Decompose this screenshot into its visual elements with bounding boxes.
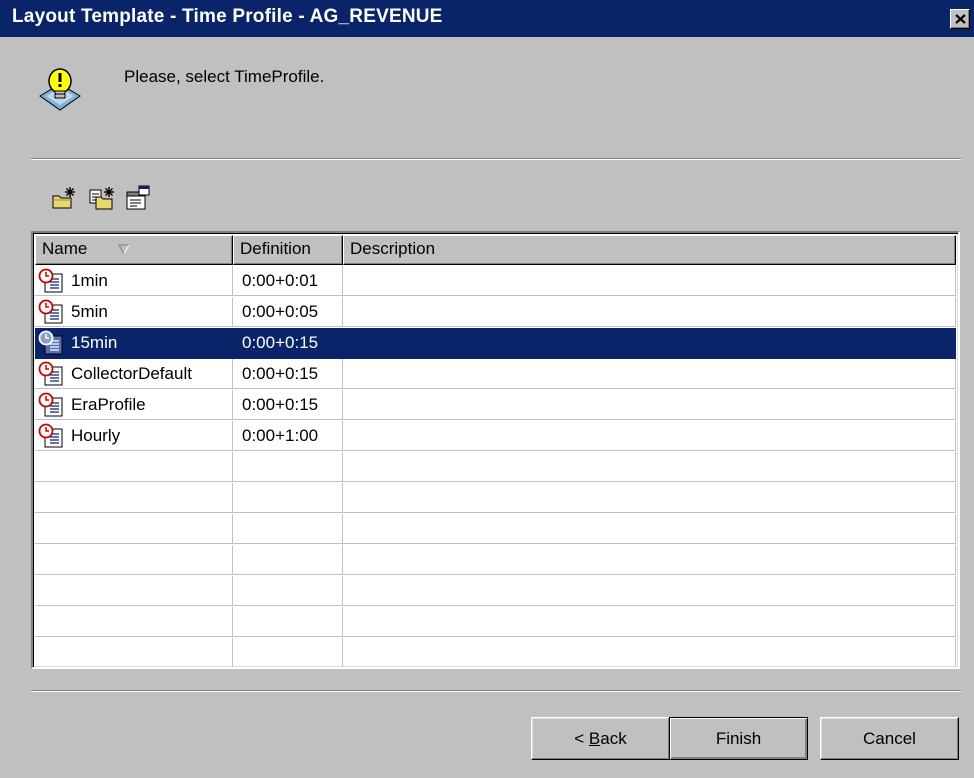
cell-definition-empty: [233, 483, 343, 513]
cell-name-empty: [35, 514, 233, 544]
cell-description-empty: [343, 545, 956, 575]
title-bar[interactable]: Layout Template - Time Profile - AG_REVE…: [0, 0, 974, 37]
row-name: Hourly: [71, 426, 121, 445]
cell-name: CollectorDefault: [35, 359, 233, 389]
cell-definition: 0:00+1:00: [233, 421, 343, 451]
column-label-name: Name: [42, 239, 88, 258]
row-name: CollectorDefault: [71, 364, 192, 383]
close-button[interactable]: [950, 9, 970, 29]
time-profile-list[interactable]: Name Definition Description 1min 0:00+0:…: [31, 231, 960, 669]
table-row[interactable]: 5min 0:00+0:05: [35, 297, 956, 328]
row-name: 15min: [71, 333, 118, 352]
row-name: 5min: [71, 302, 108, 321]
prompt-message: Please, select TimeProfile.: [124, 67, 325, 86]
cell-description: [343, 328, 956, 358]
column-label-description: Description: [350, 239, 436, 258]
cell-definition: 0:00+0:15: [233, 390, 343, 420]
window-title: Layout Template - Time Profile - AG_REVE…: [12, 6, 443, 27]
cell-definition-empty: [233, 576, 343, 606]
cell-name: 15min: [35, 328, 233, 358]
time-profile-icon: [38, 361, 63, 386]
copy-profile-icon: [89, 187, 114, 210]
table-row-empty: [35, 638, 956, 667]
time-profile-icon: [38, 268, 63, 293]
cell-description-empty: [343, 483, 956, 513]
copy-profile-button[interactable]: [88, 184, 116, 212]
table-row-empty: [35, 514, 956, 545]
profile-properties-button[interactable]: [124, 184, 152, 212]
lightbulb-hint-icon: [39, 68, 81, 111]
table-row-empty: [35, 452, 956, 483]
separator-bottom: [31, 690, 961, 692]
table-row[interactable]: Hourly 0:00+1:00: [35, 421, 956, 452]
finish-button[interactable]: Finish: [669, 717, 808, 760]
time-profile-icon: [38, 423, 63, 448]
cell-description: [343, 266, 956, 296]
cell-name: EraProfile: [35, 390, 233, 420]
cell-description: [343, 421, 956, 451]
cell-description-empty: [343, 576, 956, 606]
back-label-prefix: <: [574, 728, 589, 748]
cell-name: Hourly: [35, 421, 233, 451]
table-row-empty: [35, 607, 956, 638]
cell-definition: 0:00+0:01: [233, 266, 343, 296]
column-header-definition[interactable]: Definition: [233, 235, 343, 265]
column-header-description[interactable]: Description: [343, 235, 956, 265]
table-row-empty: [35, 576, 956, 607]
cell-name-empty: [35, 607, 233, 637]
table-row[interactable]: EraProfile 0:00+0:15: [35, 390, 956, 421]
sort-descending-icon: [118, 244, 130, 255]
cell-name-empty: [35, 576, 233, 606]
back-label-rest: ack: [600, 728, 627, 748]
back-label-mnemonic: B: [588, 728, 601, 748]
cancel-button[interactable]: Cancel: [820, 717, 959, 760]
row-name: EraProfile: [71, 395, 146, 414]
list-header: Name Definition Description: [35, 235, 956, 265]
cell-description-empty: [343, 452, 956, 482]
cell-description-empty: [343, 607, 956, 637]
cell-definition-empty: [233, 638, 343, 667]
row-name: 1min: [71, 271, 108, 290]
cell-description-empty: [343, 638, 956, 667]
column-header-name[interactable]: Name: [35, 235, 233, 265]
list-rows: 1min 0:00+0:01 5min 0:00+0:05 15min 0:00…: [35, 266, 956, 667]
cell-name: 5min: [35, 297, 233, 327]
cell-definition-empty: [233, 607, 343, 637]
dialog-window: Layout Template - Time Profile - AG_REVE…: [0, 0, 974, 778]
cell-description: [343, 297, 956, 327]
separator-top: [31, 158, 961, 160]
cell-definition: 0:00+0:15: [233, 359, 343, 389]
profile-properties-icon: [126, 185, 150, 210]
cell-definition-empty: [233, 514, 343, 544]
cell-name-empty: [35, 452, 233, 482]
table-row-empty: [35, 483, 956, 514]
new-profile-button[interactable]: [50, 184, 78, 212]
cell-description: [343, 359, 956, 389]
table-row[interactable]: CollectorDefault 0:00+0:15: [35, 359, 956, 390]
cell-description: [343, 390, 956, 420]
table-row[interactable]: 15min 0:00+0:15: [35, 328, 956, 359]
cell-name: 1min: [35, 266, 233, 296]
cell-definition: 0:00+0:15: [233, 328, 343, 358]
cell-name-empty: [35, 638, 233, 667]
column-label-definition: Definition: [240, 239, 311, 258]
time-profile-icon: [38, 330, 63, 355]
cell-description-empty: [343, 514, 956, 544]
cell-definition: 0:00+0:05: [233, 297, 343, 327]
cell-definition-empty: [233, 452, 343, 482]
time-profile-icon: [38, 392, 63, 417]
time-profile-icon: [38, 299, 63, 324]
cell-name-empty: [35, 483, 233, 513]
cell-definition-empty: [233, 545, 343, 575]
table-row-empty: [35, 545, 956, 576]
table-row[interactable]: 1min 0:00+0:01: [35, 266, 956, 297]
close-icon: [955, 14, 966, 24]
back-button[interactable]: < Back: [531, 717, 670, 760]
new-profile-icon: [52, 187, 75, 209]
cell-name-empty: [35, 545, 233, 575]
